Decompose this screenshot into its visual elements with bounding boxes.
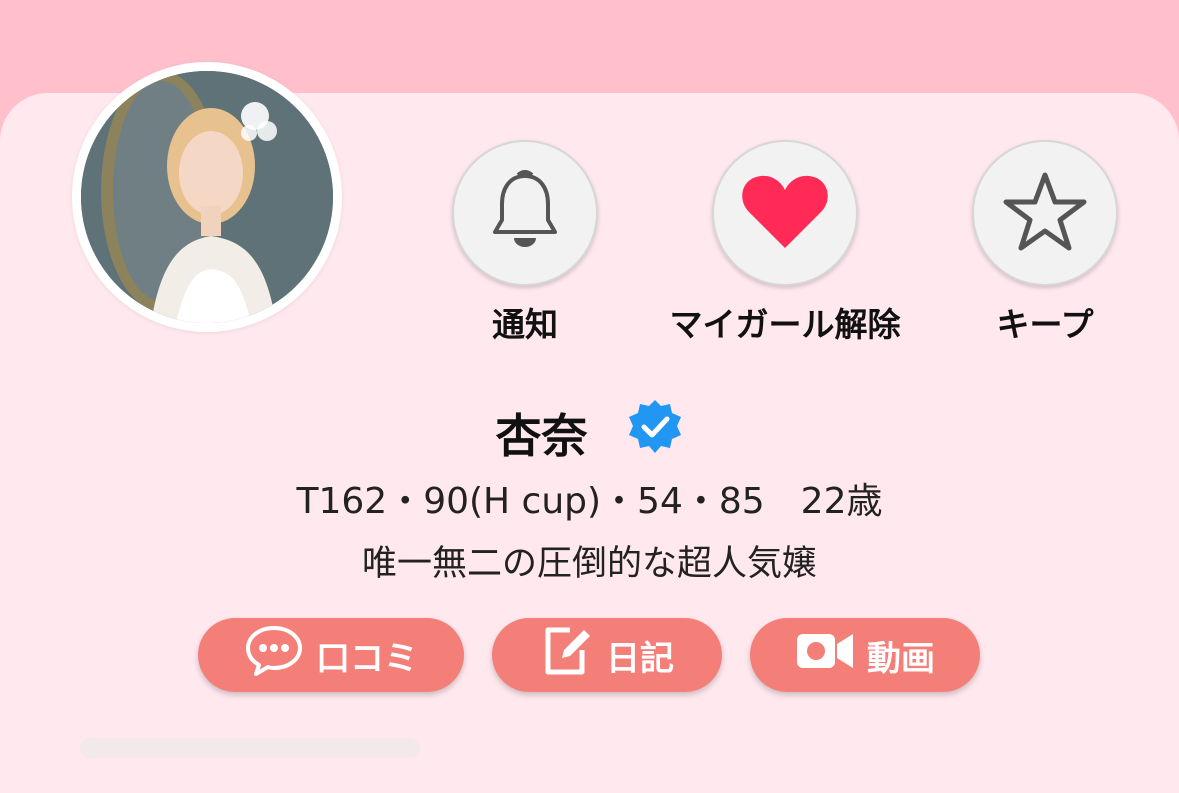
notify-label: 通知 <box>492 305 558 344</box>
video-camera-icon <box>795 630 855 681</box>
diary-label: 日記 <box>606 638 674 679</box>
remove-my-girl-label: マイガール解除 <box>669 305 901 344</box>
profile-photo <box>81 71 333 323</box>
bell-icon <box>490 170 560 256</box>
heart-icon <box>741 172 829 254</box>
name-row: 杏奈 <box>0 398 1179 467</box>
keep-label: キープ <box>996 305 1094 344</box>
video-button[interactable]: 動画 <box>750 618 980 692</box>
edit-note-icon <box>540 624 594 687</box>
verified-badge-icon <box>626 398 684 467</box>
avatar[interactable] <box>72 62 342 332</box>
video-label: 動画 <box>867 638 935 679</box>
profile-name: 杏奈 <box>495 408 588 463</box>
remove-my-girl-button[interactable] <box>712 140 858 286</box>
reviews-label: 口コミ <box>316 638 418 679</box>
profile-stats: T162・90(H cup)・54・85 22歳 <box>296 481 883 522</box>
notify-button[interactable] <box>452 140 598 286</box>
next-section-edge <box>80 738 420 758</box>
keep-button[interactable] <box>972 140 1118 286</box>
profile-catchphrase: 唯一無二の圧倒的な超人気嬢 <box>361 544 817 584</box>
reviews-button[interactable]: 口コミ <box>198 618 464 692</box>
star-icon <box>1002 170 1088 256</box>
chat-bubble-icon <box>244 625 304 686</box>
diary-button[interactable]: 日記 <box>492 618 722 692</box>
